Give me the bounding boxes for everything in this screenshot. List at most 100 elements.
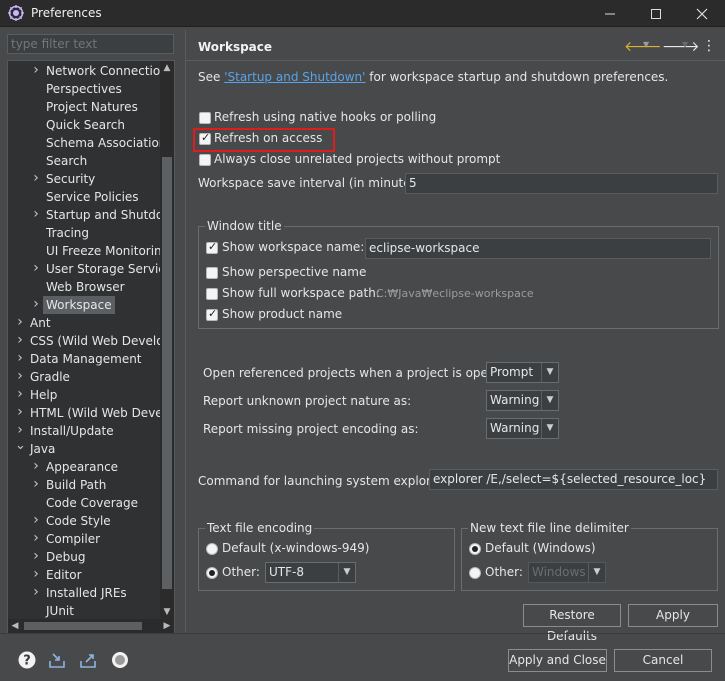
chevron-right-icon[interactable]: › bbox=[31, 512, 41, 530]
tree-item[interactable]: › Installed JREs bbox=[8, 584, 160, 602]
preference-tree[interactable]: › Network Connection Perspectives Project N… bbox=[7, 60, 175, 634]
scroll-right-icon[interactable]: ▶ bbox=[160, 619, 174, 633]
always-close-checkbox[interactable] bbox=[199, 154, 211, 166]
delimiter-other-select[interactable]: Windows ▼ bbox=[528, 562, 606, 583]
chevron-right-icon[interactable]: › bbox=[31, 296, 41, 314]
tree-item[interactable]: › Install/Update bbox=[8, 422, 160, 440]
help-icon[interactable]: ? bbox=[17, 650, 37, 670]
tree-item[interactable]: › Workspace bbox=[8, 296, 160, 314]
show-perspective-name-checkbox[interactable] bbox=[206, 267, 218, 279]
apply-and-close-button[interactable]: Apply and Close bbox=[508, 649, 607, 672]
tree-item[interactable]: › HTML (Wild Web Develo bbox=[8, 404, 173, 422]
tree-item[interactable]: › Ant bbox=[8, 314, 160, 332]
unknown-nature-select[interactable]: Warning ▼ bbox=[486, 390, 559, 411]
tree-item[interactable]: › Security bbox=[8, 170, 160, 188]
tree-item[interactable]: Web Browser bbox=[8, 278, 160, 296]
chevron-right-icon[interactable]: › bbox=[31, 170, 41, 188]
back-menu-chevron-icon[interactable]: ▼ bbox=[643, 40, 649, 49]
delimiter-other-radio[interactable] bbox=[469, 567, 481, 579]
chevron-right-icon[interactable]: › bbox=[31, 566, 41, 584]
cancel-button[interactable]: Cancel bbox=[614, 649, 712, 672]
show-product-name-checkbox[interactable] bbox=[206, 307, 218, 321]
tree-vertical-scrollbar[interactable]: ▲ ▼ bbox=[160, 61, 174, 619]
tree-item[interactable]: › CSS (Wild Web Develop bbox=[8, 332, 171, 350]
refresh-native-checkbox[interactable] bbox=[199, 112, 211, 124]
maximize-button[interactable] bbox=[633, 0, 679, 27]
tree-item[interactable]: › Code Style bbox=[8, 512, 160, 530]
chevron-right-icon[interactable]: › bbox=[31, 206, 41, 224]
chevron-right-icon[interactable]: › bbox=[31, 260, 41, 278]
apply-button[interactable]: Apply bbox=[628, 604, 718, 627]
export-icon[interactable] bbox=[78, 650, 98, 670]
workspace-name-input[interactable]: eclipse-workspace bbox=[365, 238, 711, 259]
scroll-down-icon[interactable]: ▼ bbox=[160, 605, 174, 619]
tree-item[interactable]: › Appearance bbox=[8, 458, 160, 476]
tree-item[interactable]: › Gradle bbox=[8, 368, 160, 386]
tree-item[interactable]: › Debug bbox=[8, 548, 160, 566]
chevron-right-icon[interactable]: › bbox=[31, 458, 41, 476]
tree-item[interactable]: › Editor bbox=[8, 566, 160, 584]
tree-item[interactable]: Search bbox=[8, 152, 160, 170]
tree-item[interactable]: › Compiler bbox=[8, 530, 160, 548]
tree-item[interactable]: ⌄ Java bbox=[8, 439, 160, 458]
save-interval-input[interactable]: 5 bbox=[405, 173, 718, 194]
tree-item[interactable]: › Data Management bbox=[8, 350, 160, 368]
open-referenced-select[interactable]: Prompt ▼ bbox=[486, 362, 559, 383]
delimiter-default-radio[interactable] bbox=[469, 543, 481, 555]
chevron-right-icon[interactable]: › bbox=[15, 386, 25, 404]
chevron-down-icon[interactable]: ⌄ bbox=[15, 439, 26, 458]
view-menu-icon[interactable]: ⋮ bbox=[702, 38, 716, 54]
chevron-right-icon[interactable]: › bbox=[31, 62, 41, 80]
tree-item[interactable]: Tracing bbox=[8, 224, 160, 242]
tree-item[interactable]: › Network Connection bbox=[8, 62, 168, 80]
minimize-button[interactable] bbox=[587, 0, 633, 27]
chevron-right-icon[interactable]: › bbox=[15, 314, 25, 332]
tree-horizontal-scrollbar[interactable]: ◀ ▶ bbox=[8, 619, 174, 633]
chevron-right-icon[interactable]: › bbox=[15, 404, 25, 422]
title-bar: Preferences bbox=[0, 0, 725, 27]
tree-item[interactable]: › Build Path bbox=[8, 476, 160, 494]
show-full-path-checkbox[interactable] bbox=[206, 288, 218, 300]
unknown-nature-value: Warning bbox=[490, 393, 540, 407]
filter-input[interactable] bbox=[7, 34, 174, 54]
scroll-up-icon[interactable]: ▲ bbox=[160, 61, 174, 75]
scroll-thumb[interactable] bbox=[162, 157, 172, 589]
chevron-right-icon[interactable]: › bbox=[31, 530, 41, 548]
encoding-other-radio[interactable] bbox=[206, 567, 218, 579]
forward-arrow-icon[interactable]: 🡒 bbox=[662, 38, 700, 55]
missing-encoding-select[interactable]: Warning ▼ bbox=[486, 418, 559, 439]
chevron-right-icon[interactable]: › bbox=[31, 548, 41, 566]
encoding-other-select[interactable]: UTF-8 ▼ bbox=[265, 562, 356, 583]
startup-shutdown-link[interactable]: 'Startup and Shutdown' bbox=[224, 70, 365, 84]
forward-menu-chevron-icon[interactable]: ▼ bbox=[682, 40, 688, 49]
chevron-right-icon[interactable]: › bbox=[31, 584, 41, 602]
horizontal-scroll-thumb[interactable] bbox=[24, 622, 142, 630]
tree-item[interactable]: UI Freeze Monitoring bbox=[8, 242, 169, 260]
record-icon[interactable] bbox=[110, 650, 130, 670]
tree-item[interactable]: JUnit bbox=[8, 602, 160, 620]
tree-item[interactable]: › Startup and Shutdown bbox=[8, 206, 174, 224]
tree-item[interactable]: Code Coverage bbox=[8, 494, 160, 512]
panel-divider[interactable] bbox=[185, 30, 186, 632]
tree-item[interactable]: Service Policies bbox=[8, 188, 160, 206]
tree-item[interactable]: Quick Search bbox=[8, 116, 160, 134]
tree-item-label: Network Connection bbox=[46, 64, 168, 78]
tree-item[interactable]: Project Natures bbox=[8, 98, 160, 116]
show-workspace-name-checkbox[interactable] bbox=[206, 240, 218, 254]
import-icon[interactable] bbox=[47, 650, 67, 670]
tree-item[interactable]: Perspectives bbox=[8, 80, 160, 98]
show-workspace-name-label: Show workspace name: bbox=[222, 240, 365, 254]
restore-defaults-button[interactable]: Restore Defaults bbox=[523, 604, 621, 643]
close-button[interactable] bbox=[679, 0, 725, 27]
tree-item[interactable]: Schema Associations bbox=[8, 134, 173, 152]
explorer-command-input[interactable]: explorer /E,/select=${selected_resource_… bbox=[429, 469, 718, 490]
chevron-right-icon[interactable]: › bbox=[15, 350, 25, 368]
scroll-left-icon[interactable]: ◀ bbox=[8, 619, 22, 633]
encoding-default-radio[interactable] bbox=[206, 543, 218, 555]
chevron-right-icon[interactable]: › bbox=[15, 332, 25, 350]
chevron-right-icon[interactable]: › bbox=[31, 476, 41, 494]
tree-item[interactable]: › Help bbox=[8, 386, 160, 404]
chevron-right-icon[interactable]: › bbox=[15, 368, 25, 386]
tree-item-label: JUnit bbox=[46, 604, 74, 618]
tree-item[interactable]: › User Storage Service bbox=[8, 260, 172, 278]
